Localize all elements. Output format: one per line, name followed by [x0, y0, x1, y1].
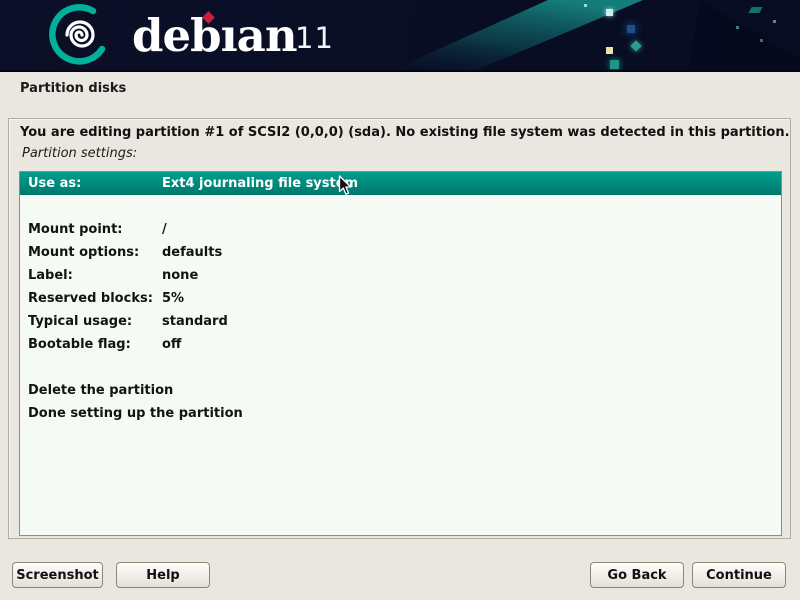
row-label: Use as:: [20, 176, 162, 191]
continue-button[interactable]: Continue: [692, 562, 786, 588]
list-row-label[interactable]: Label: none: [20, 264, 781, 287]
banner-square: [610, 60, 619, 69]
list-row-blank: [20, 195, 781, 218]
row-label: Label:: [20, 268, 162, 283]
row-value: Ext4 journaling file system: [162, 176, 358, 191]
partition-settings-list[interactable]: Use as: Ext4 journaling file system Moun…: [19, 171, 782, 536]
help-button[interactable]: Help: [116, 562, 210, 588]
page-title: Partition disks: [20, 81, 126, 96]
list-row-delete-partition[interactable]: Delete the partition: [20, 379, 781, 402]
brand-wordmark: debıan: [132, 7, 297, 65]
row-label: Reserved blocks:: [20, 291, 162, 306]
row-label: Mount options:: [20, 245, 162, 260]
info-message: You are editing partition #1 of SCSI2 (0…: [20, 125, 790, 140]
row-value: off: [162, 337, 181, 352]
brand-text-post: an: [237, 9, 297, 62]
debian-swirl-logo: [40, 2, 122, 70]
list-row-reserved-blocks[interactable]: Reserved blocks: 5%: [20, 287, 781, 310]
row-value: standard: [162, 314, 228, 329]
go-back-button[interactable]: Go Back: [590, 562, 684, 588]
banner-dot: [584, 4, 587, 7]
banner-square: [627, 25, 635, 33]
list-row-mount-options[interactable]: Mount options: defaults: [20, 241, 781, 264]
row-label: Done setting up the partition: [20, 406, 162, 421]
row-value: none: [162, 268, 198, 283]
banner-dot: [760, 39, 763, 42]
row-label: Bootable flag:: [20, 337, 162, 352]
list-row-done-partition[interactable]: Done setting up the partition: [20, 402, 781, 425]
list-row-mount-point[interactable]: Mount point: /: [20, 218, 781, 241]
list-row-typical-usage[interactable]: Typical usage: standard: [20, 310, 781, 333]
banner-square: [606, 9, 613, 16]
row-value: defaults: [162, 245, 222, 260]
screenshot-button[interactable]: Screenshot: [12, 562, 103, 588]
banner-dot: [736, 26, 739, 29]
brand-text-i: ı: [221, 9, 237, 62]
row-label: Delete the partition: [20, 383, 162, 398]
list-row-bootable-flag[interactable]: Bootable flag: off: [20, 333, 781, 356]
banner: debıan 11: [0, 0, 800, 72]
mouse-cursor-icon: [338, 175, 353, 197]
partition-settings-label: Partition settings:: [22, 146, 137, 161]
banner-square: [606, 47, 613, 54]
banner-dot: [773, 20, 776, 23]
brand-version: 11: [295, 21, 334, 55]
row-value: 5%: [162, 291, 184, 306]
row-value: /: [162, 222, 167, 237]
row-label: Mount point:: [20, 222, 162, 237]
list-row-blank: [20, 356, 781, 379]
row-label: Typical usage:: [20, 314, 162, 329]
main-panel: You are editing partition #1 of SCSI2 (0…: [8, 118, 791, 539]
list-row-use-as[interactable]: Use as: Ext4 journaling file system: [20, 172, 781, 195]
